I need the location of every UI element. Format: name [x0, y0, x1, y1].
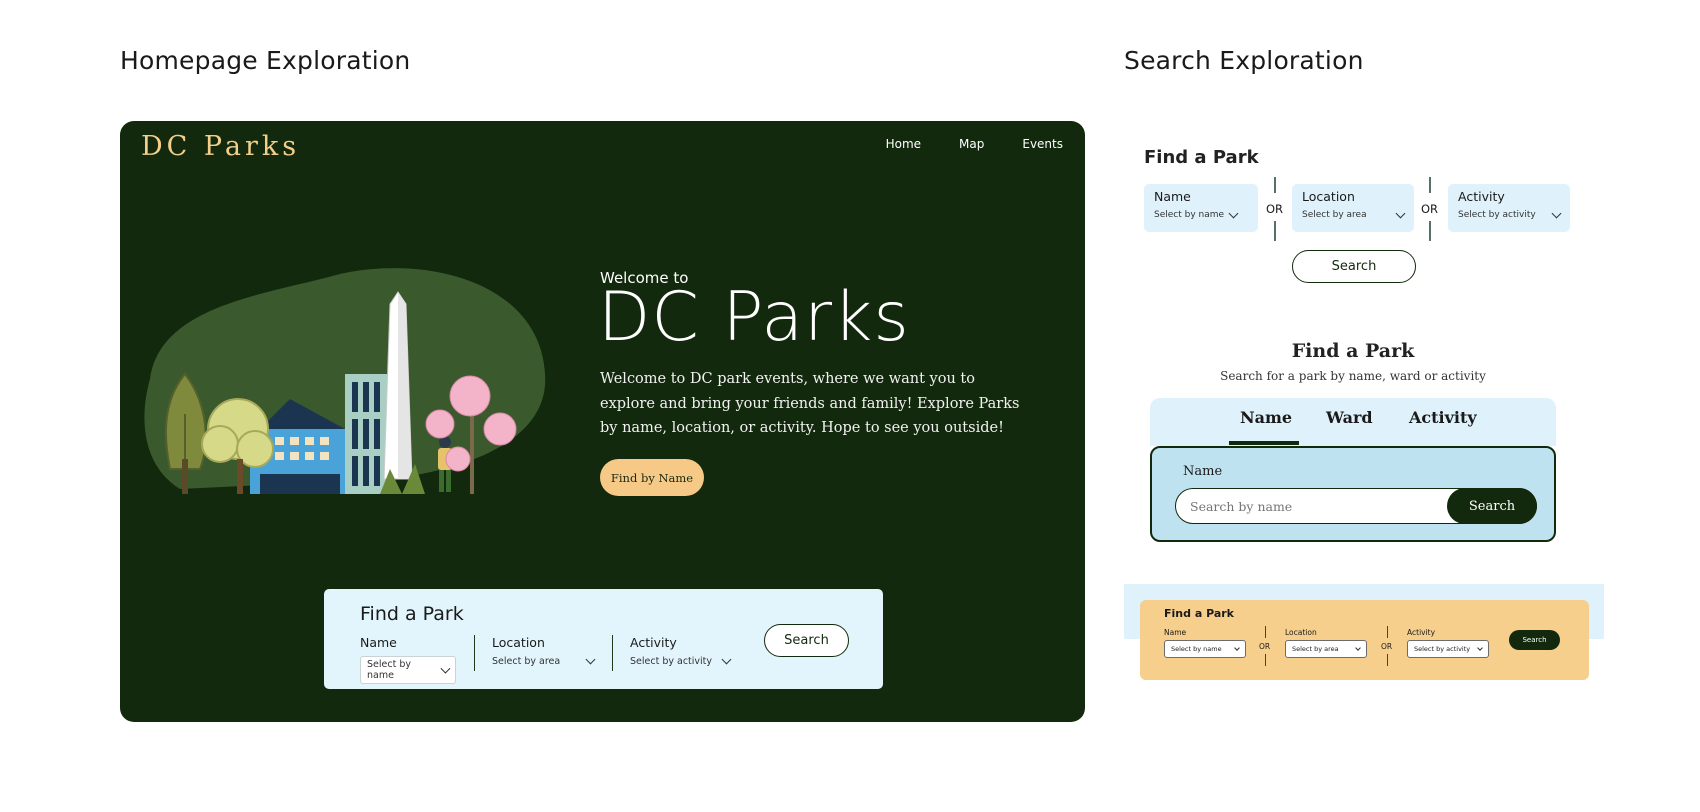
name-filter: Name Select by name — [360, 635, 456, 684]
search-v3-activity-filter: Activity Select by activity — [1407, 628, 1489, 658]
tab-ward[interactable]: Ward — [1326, 408, 1373, 427]
or-divider-bottom — [1265, 654, 1267, 666]
homepage-exploration-title: Homepage Exploration — [120, 46, 411, 75]
nav-events[interactable]: Events — [1022, 137, 1063, 151]
search-v2-panel: Name Search — [1150, 446, 1556, 542]
chevron-down-icon — [1228, 208, 1239, 218]
search-v3-activity-select[interactable]: Select by activity — [1407, 640, 1489, 658]
chevron-down-icon — [1355, 645, 1361, 651]
search-v3-location-label: Location — [1285, 628, 1317, 637]
chevron-down-icon — [1551, 208, 1562, 218]
search-v3-activity-placeholder: Select by activity — [1414, 645, 1471, 653]
search-v1-or-2: OR — [1421, 202, 1439, 216]
or-divider-bottom — [1429, 221, 1431, 241]
find-a-park-panel: Find a Park Name Select by name Location… — [324, 589, 883, 689]
search-v1-name-label: Name — [1154, 189, 1191, 204]
tab-activity[interactable]: Activity — [1409, 408, 1477, 427]
search-v3-name-select[interactable]: Select by name — [1164, 640, 1246, 658]
name-filter-label: Name — [360, 635, 397, 650]
search-v2-name-label: Name — [1183, 464, 1223, 479]
nav-map[interactable]: Map — [959, 137, 984, 151]
find-by-name-button[interactable]: Find by Name — [600, 459, 704, 496]
chevron-down-icon — [585, 654, 596, 665]
dc-parks-illustration — [144, 268, 546, 494]
search-v3-location-select[interactable]: Select by area — [1285, 640, 1367, 658]
location-select[interactable]: Select by area — [492, 654, 596, 667]
activity-select-placeholder: Select by activity — [630, 656, 713, 667]
search-v3-search-button[interactable]: Search — [1509, 630, 1560, 650]
site-logo[interactable]: DC Parks — [141, 131, 300, 162]
activity-filter-label: Activity — [630, 635, 677, 650]
filter-divider — [612, 635, 613, 671]
search-exploration-title: Search Exploration — [1124, 46, 1364, 75]
search-v2-subtitle: Search for a park by name, ward or activ… — [1220, 369, 1486, 383]
find-panel-search-button[interactable]: Search — [764, 624, 849, 657]
search-v3-card: Find a Park Name Select by name OR Locat… — [1140, 600, 1589, 680]
name-select[interactable]: Select by name — [360, 656, 456, 684]
search-v1-name-select[interactable]: Select by name — [1154, 208, 1248, 220]
activity-filter: Activity Select by activity — [630, 635, 732, 667]
search-v1-activity-select[interactable]: Select by activity — [1458, 208, 1562, 220]
search-v1-activity-filter[interactable]: Activity Select by activity — [1448, 184, 1570, 232]
location-filter-label: Location — [492, 635, 545, 650]
or-divider-bottom — [1274, 221, 1276, 241]
or-divider-top — [1429, 177, 1431, 193]
active-tab-indicator — [1229, 441, 1299, 445]
search-v1-activity-label: Activity — [1458, 189, 1505, 204]
search-v1-location-filter[interactable]: Location Select by area — [1292, 184, 1414, 232]
search-v3-or-2: OR — [1381, 642, 1393, 651]
search-v1-or-1: OR — [1266, 202, 1284, 216]
search-v3-location-filter: Location Select by area — [1285, 628, 1367, 658]
location-filter: Location Select by area — [492, 635, 596, 667]
chevron-down-icon — [1477, 645, 1483, 651]
chevron-down-icon — [1395, 208, 1406, 218]
search-v3-activity-label: Activity — [1407, 628, 1436, 637]
tab-name[interactable]: Name — [1240, 408, 1292, 427]
search-v2-title: Find a Park — [1291, 340, 1415, 362]
or-divider-top — [1274, 177, 1276, 193]
search-v3-or-1: OR — [1259, 642, 1271, 651]
search-v3-name-label: Name — [1164, 628, 1187, 637]
search-v1-title: Find a Park — [1144, 147, 1259, 168]
or-divider-top — [1387, 626, 1389, 638]
homepage-mockup: DC Parks Home Map Events Welcome to DC P… — [120, 121, 1085, 722]
filter-divider — [474, 635, 475, 671]
or-divider-bottom — [1387, 654, 1389, 666]
search-v3-name-filter: Name Select by name — [1164, 628, 1246, 658]
main-nav: Home Map Events — [886, 137, 1063, 151]
activity-select[interactable]: Select by activity — [630, 654, 732, 667]
search-v1-name-filter[interactable]: Name Select by name — [1144, 184, 1258, 232]
find-panel-title: Find a Park — [360, 603, 464, 625]
search-v1-location-placeholder: Select by area — [1302, 210, 1367, 220]
hero-title: DC Parks — [598, 278, 910, 357]
search-v1-location-select[interactable]: Select by area — [1302, 208, 1406, 220]
search-v1-activity-placeholder: Select by activity — [1458, 210, 1536, 220]
or-divider-top — [1265, 626, 1267, 638]
search-v2-tabbar: Name Ward Activity — [1150, 398, 1556, 446]
chevron-down-icon — [440, 663, 451, 673]
search-v1-search-button[interactable]: Search — [1292, 250, 1416, 283]
search-v1-location-label: Location — [1302, 189, 1355, 204]
hero-description: Welcome to DC park events, where we want… — [600, 371, 1020, 436]
chevron-down-icon — [721, 654, 732, 665]
search-v1-name-placeholder: Select by name — [1154, 210, 1225, 220]
search-v3-name-placeholder: Select by name — [1171, 645, 1222, 653]
search-v3-title: Find a Park — [1164, 607, 1235, 620]
location-select-placeholder: Select by area — [492, 656, 561, 667]
name-select-placeholder: Select by name — [367, 659, 411, 681]
search-v3-location-placeholder: Select by area — [1292, 645, 1339, 653]
search-v2-search-button[interactable]: Search — [1447, 488, 1537, 524]
nav-home[interactable]: Home — [886, 137, 921, 151]
chevron-down-icon — [1234, 645, 1240, 651]
